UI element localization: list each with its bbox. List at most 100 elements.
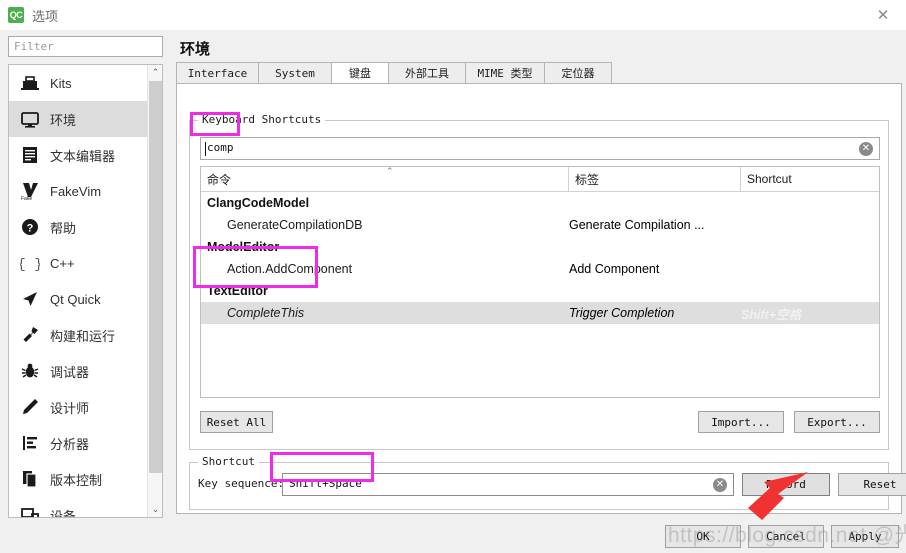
cell-command: ClangCodeModel [207,196,310,210]
title-bar: QC 选项 ✕ [0,0,906,30]
cell-label [569,192,741,214]
fakevim-icon: Fake [19,180,41,202]
import-button[interactable]: Import... [698,411,784,433]
kits-icon [19,72,41,94]
key-sequence-label: Key sequence: [198,477,285,490]
scrollbar-thumb[interactable] [149,81,162,473]
sidebar-item-10[interactable]: 分析器 [9,425,162,461]
scroll-up-icon[interactable]: ⌃ [148,65,162,80]
category-scrollbar[interactable]: ⌃ ⌄ [147,65,162,517]
sidebar-item-label: 构建和运行 [50,328,116,344]
scroll-down-icon[interactable]: ⌄ [148,502,162,517]
clear-key-sequence-icon[interactable]: ✕ [713,478,727,492]
keyboard-tab-panel: Keyboard Shortcuts comp ✕ 命令 标签 Shortcut ⌃ … [176,84,906,514]
sidebar-item-0[interactable]: Kits [9,65,162,101]
tab-1[interactable]: System [258,62,332,84]
filter-input[interactable]: Filter [8,36,163,57]
cancel-button[interactable]: Cancel [748,525,824,548]
tab-3[interactable]: 外部工具 [388,62,466,84]
sidebar-item-2[interactable]: 文本编辑器 [9,137,162,173]
cell-label [569,280,741,302]
reset-all-button[interactable]: Reset All [200,411,273,433]
window-title: 选项 [32,8,59,24]
braces-icon: { } [19,252,41,274]
shortcuts-table[interactable]: 命令 标签 Shortcut ⌃ ClangCodeModel GenerateComp… [200,166,880,398]
qtquick-icon [19,288,41,310]
qtcreator-logo-icon: QC [8,7,24,23]
dialog-body: Filter Kits 环境文本编辑器 Fake FakeVim? 帮助 { } C++ Qt… [0,30,906,520]
sidebar-item-4[interactable]: ? 帮助 [9,209,162,245]
sidebar-item-5[interactable]: { } C++ [9,245,162,281]
clear-filter-icon[interactable]: ✕ [859,142,873,156]
tab-4[interactable]: MIME 类型 [465,62,545,84]
ok-button[interactable]: OK [665,525,741,548]
version-control-icon [19,468,41,490]
analyzer-icon [19,432,41,454]
tab-bar[interactable]: Interface System 键盘 外部工具 MIME 类型 定位器 [176,62,902,84]
device-icon [19,504,41,517]
sidebar-item-8[interactable]: 调试器 [9,353,162,389]
sidebar-item-label: 版本控制 [50,472,103,488]
sidebar-item-12[interactable]: 设备 [9,497,162,518]
sidebar-item-7[interactable]: 构建和运行 [9,317,162,353]
table-row[interactable]: GenerateCompilationDB Generate Compilatio… [201,214,879,236]
sidebar-item-3[interactable]: Fake FakeVim [9,173,162,209]
key-sequence-input[interactable]: Shift+Space ✕ [282,473,734,496]
key-sequence-value: Shift+Space [289,477,362,490]
shortcut-legend: Shortcut [198,455,259,468]
tab-5[interactable]: 定位器 [544,62,612,84]
cell-label [569,236,741,258]
category-list[interactable]: Kits 环境文本编辑器 Fake FakeVim? 帮助 { } C++ Qt Quick 构… [8,64,163,518]
svg-text:?: ? [27,223,34,235]
table-row[interactable]: CompleteThis Trigger Completion Shift+空格 [201,302,879,324]
monitor-icon [19,108,41,130]
sidebar-item-1[interactable]: 环境 [9,101,162,137]
shortcut-filter-input[interactable]: comp ✕ [200,137,880,160]
reset-shortcut-button[interactable]: Reset [838,473,906,496]
shortcut-filter-value: comp [207,141,234,154]
sidebar-item-11[interactable]: 版本控制 [9,461,162,497]
cell-command: ModelEditor [207,240,280,254]
record-button[interactable]: Record [742,473,830,496]
cell-command: TextEditor [207,284,268,298]
cell-shortcut: Shift+空格 [741,307,802,322]
tab-2[interactable]: 键盘 [331,62,389,84]
cell-shortcut [741,192,879,214]
table-row[interactable]: TextEditor [201,280,879,302]
cell-shortcut [741,236,879,258]
column-header-2[interactable]: Shortcut [741,167,879,191]
sidebar-item-label: 调试器 [50,364,90,380]
svg-text:{ }: { } [20,257,40,273]
tab-0[interactable]: Interface [176,62,259,84]
table-body[interactable]: ClangCodeModel GenerateCompilationDB Gener… [201,192,879,324]
table-header[interactable]: 命令 标签 Shortcut ⌃ [201,167,879,192]
sidebar-item-6[interactable]: Qt Quick [9,281,162,317]
export-button[interactable]: Export... [794,411,880,433]
cell-command: GenerateCompilationDB [227,218,363,232]
cell-label: Add Component [569,262,660,276]
keyboard-shortcuts-legend: Keyboard Shortcuts [198,113,326,126]
shortcut-group: Shortcut Key sequence: Shift+Space ✕ Rec… [189,455,906,510]
sort-indicator-icon: ⌃ [386,167,394,177]
pencil-icon [19,396,41,418]
sidebar-item-label: 设备 [50,508,77,518]
sidebar-item-label: Qt Quick [50,291,101,307]
sidebar-item-label: 帮助 [50,220,77,236]
options-dialog: QC 选项 ✕ Filter Kits 环境 文本编辑器 Fake FakeVim? 帮助… [0,0,906,553]
svg-text:Fake: Fake [21,196,32,201]
cell-command: Action.AddComponent [227,262,353,276]
cell-shortcut [741,258,879,280]
apply-button[interactable]: Apply [831,525,899,548]
table-row[interactable]: ClangCodeModel [201,192,879,214]
table-row[interactable]: Action.AddComponent Add Component [201,258,879,280]
cell-shortcut [741,280,879,302]
hammer-icon [19,324,41,346]
column-header-0[interactable]: 命令 [201,167,569,191]
table-row[interactable]: ModelEditor [201,236,879,258]
sidebar-item-label: Kits [50,75,72,91]
text-caret [205,142,206,156]
column-header-1[interactable]: 标签 [569,167,741,191]
close-icon[interactable]: ✕ [860,0,906,30]
sidebar-item-9[interactable]: 设计师 [9,389,162,425]
dialog-footer: OK Cancel Apply [0,520,906,553]
